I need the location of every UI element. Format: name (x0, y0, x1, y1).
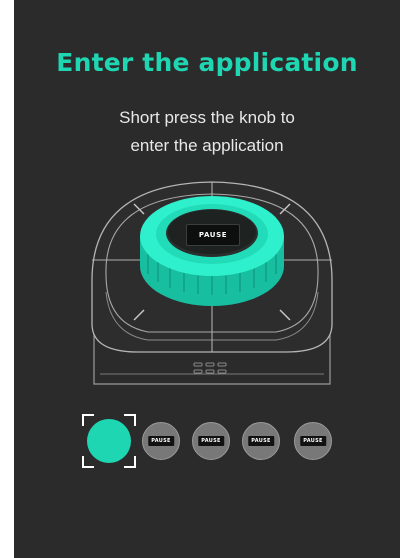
knob-screen: PAUSE (186, 224, 240, 246)
device-illustration (91, 181, 333, 385)
instruction-line-2: enter the application (130, 136, 284, 155)
knob-screen-label: PAUSE (198, 231, 228, 239)
instruction-text: Short press the knob to enter the applic… (14, 104, 400, 160)
app-item[interactable]: PAUSE (242, 422, 280, 460)
app-item[interactable]: PAUSE (142, 422, 180, 460)
onboarding-panel: Enter the application Short press the kn… (14, 0, 400, 558)
app-item-label: PAUSE (148, 436, 174, 446)
app-carousel: PAUSE PAUSE PAUSE PAUSE (82, 414, 352, 468)
app-item-selected[interactable] (82, 414, 136, 468)
selection-frame-icon (82, 414, 136, 468)
instruction-line-1: Short press the knob to (119, 108, 295, 127)
app-item[interactable]: PAUSE (294, 422, 332, 460)
knob (140, 196, 284, 306)
app-item-label: PAUSE (248, 436, 274, 446)
page-title: Enter the application (56, 48, 358, 77)
app-item[interactable]: PAUSE (192, 422, 230, 460)
app-item-label: PAUSE (300, 436, 326, 446)
app-item-label: PAUSE (198, 436, 224, 446)
